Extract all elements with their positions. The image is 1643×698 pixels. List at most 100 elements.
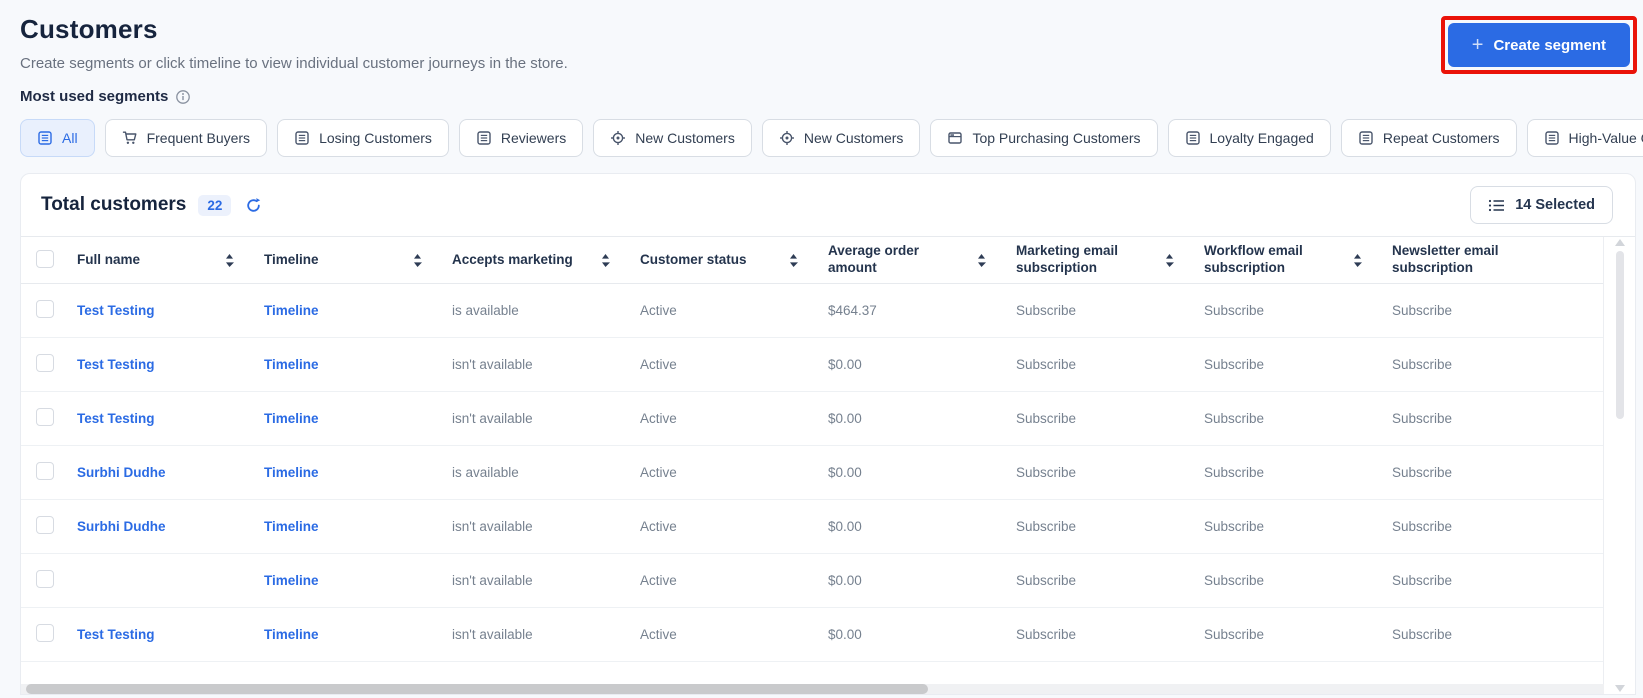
chip-losing-customers[interactable]: Losing Customers	[277, 119, 449, 157]
sort-icon[interactable]	[601, 253, 610, 267]
customers-table: Full name Timeline Accepts marketing Cus…	[21, 237, 1604, 694]
target-icon	[779, 131, 794, 145]
timeline-link[interactable]: Timeline	[264, 573, 319, 588]
table-row: Test Testing Timeline isn't available Ac…	[21, 392, 1603, 446]
customer-name-link[interactable]: Test Testing	[77, 411, 155, 426]
accepts-marketing-value: isn't available	[452, 411, 533, 426]
workflow-email-value: Subscribe	[1204, 465, 1265, 480]
customer-name-link[interactable]: Test Testing	[77, 627, 155, 642]
chip-new-customers-1[interactable]: New Customers	[593, 119, 752, 157]
column-header-timeline[interactable]: Timeline	[264, 252, 452, 269]
customers-card: Total customers 22 14 Selected Full name…	[20, 173, 1636, 695]
timeline-link[interactable]: Timeline	[264, 411, 319, 426]
marketing-email-value: Subscribe	[1016, 411, 1077, 426]
horizontal-scrollbar-thumb[interactable]	[26, 684, 929, 694]
column-header-full-name[interactable]: Full name	[77, 252, 264, 269]
list-icon	[295, 131, 309, 145]
customer-name-link[interactable]: Surbhi Dudhe	[77, 465, 166, 480]
newsletter-email-value: Subscribe	[1392, 465, 1453, 480]
table-wrap: Full name Timeline Accepts marketing Cus…	[21, 236, 1635, 694]
chip-loyalty-engaged[interactable]: Loyalty Engaged	[1167, 119, 1331, 157]
marketing-email-value: Subscribe	[1016, 519, 1077, 534]
customer-status-value: Active	[640, 357, 677, 372]
segments-label: Most used segments	[20, 88, 169, 105]
newsletter-email-value: Subscribe	[1392, 519, 1453, 534]
chip-all[interactable]: All	[20, 119, 95, 157]
row-checkbox[interactable]	[36, 300, 54, 318]
accepts-marketing-value: isn't available	[452, 627, 533, 642]
list-icon	[477, 131, 491, 145]
timeline-link[interactable]: Timeline	[264, 627, 319, 642]
row-checkbox[interactable]	[36, 462, 54, 480]
chip-new-customers-2[interactable]: New Customers	[761, 119, 921, 157]
sort-icon[interactable]	[1165, 253, 1174, 267]
marketing-email-value: Subscribe	[1016, 627, 1077, 642]
accepts-marketing-value: is available	[452, 465, 519, 480]
segments-label-row: Most used segments	[20, 88, 1643, 105]
customer-name-link[interactable]: Test Testing	[77, 303, 155, 318]
sort-icon[interactable]	[225, 253, 234, 267]
column-header-accepts-marketing[interactable]: Accepts marketing	[452, 252, 640, 269]
scroll-up-arrow-icon[interactable]	[1615, 239, 1625, 246]
table-row: Test Testing Timeline isn't available Ac…	[21, 608, 1603, 662]
accepts-marketing-value: isn't available	[452, 519, 533, 534]
table-row: Test Testing Timeline isn't available Ac…	[21, 338, 1603, 392]
accepts-marketing-value: isn't available	[452, 357, 533, 372]
vertical-scrollbar[interactable]	[1613, 237, 1627, 694]
chip-top-purchasing-customers[interactable]: Top Purchasing Customers	[930, 119, 1158, 157]
list-icon	[1359, 131, 1373, 145]
refresh-button[interactable]	[243, 195, 264, 216]
column-header-customer-status[interactable]: Customer status	[640, 252, 828, 269]
select-all-checkbox[interactable]	[36, 249, 54, 268]
sort-icon[interactable]	[789, 253, 798, 267]
customer-name-link[interactable]: Test Testing	[77, 357, 155, 372]
newsletter-email-value: Subscribe	[1392, 411, 1453, 426]
chip-high-value-customers[interactable]: High-Value Customers	[1526, 119, 1643, 157]
sort-icon[interactable]	[413, 253, 422, 267]
chip-frequent-buyers[interactable]: Frequent Buyers	[104, 119, 268, 157]
workflow-email-value: Subscribe	[1204, 303, 1265, 318]
horizontal-scrollbar[interactable]	[21, 684, 1604, 694]
newsletter-email-value: Subscribe	[1392, 627, 1453, 642]
row-checkbox[interactable]	[36, 354, 54, 372]
table-row: Surbhi Dudhe Timeline isn't available Ac…	[21, 500, 1603, 554]
customer-status-value: Active	[640, 411, 677, 426]
sort-icon[interactable]	[1353, 253, 1362, 267]
scroll-down-arrow-icon[interactable]	[1615, 685, 1625, 692]
timeline-link[interactable]: Timeline	[264, 465, 319, 480]
average-order-amount-value: $464.37	[828, 303, 877, 318]
workflow-email-value: Subscribe	[1204, 411, 1265, 426]
column-header-workflow-email[interactable]: Workflow email subscription	[1204, 243, 1392, 277]
row-checkbox[interactable]	[36, 516, 54, 534]
refresh-icon	[247, 197, 261, 212]
column-header-marketing-email[interactable]: Marketing email subscription	[1016, 243, 1204, 277]
newsletter-email-value: Subscribe	[1392, 573, 1453, 588]
timeline-link[interactable]: Timeline	[264, 357, 319, 372]
accepts-marketing-value: is available	[452, 303, 519, 318]
column-header-average-order-amount[interactable]: Average order amount	[828, 243, 1016, 277]
marketing-email-value: Subscribe	[1016, 357, 1077, 372]
table-header-row: Full name Timeline Accepts marketing Cus…	[21, 237, 1603, 284]
customer-status-value: Active	[640, 519, 677, 534]
selected-count-button[interactable]: 14 Selected	[1470, 186, 1613, 224]
timeline-link[interactable]: Timeline	[264, 303, 319, 318]
card-header: Total customers 22 14 Selected	[21, 174, 1635, 236]
row-checkbox[interactable]	[36, 570, 54, 588]
customer-name-link[interactable]: Surbhi Dudhe	[77, 519, 166, 534]
table-row: Timeline isn't available Active $0.00 Su…	[21, 554, 1603, 608]
chip-reviewers[interactable]: Reviewers	[458, 119, 584, 157]
create-segment-button[interactable]: + Create segment	[1447, 23, 1630, 67]
average-order-amount-value: $0.00	[828, 411, 862, 426]
card-icon	[948, 132, 963, 144]
chip-repeat-customers[interactable]: Repeat Customers	[1340, 119, 1517, 157]
sort-icon[interactable]	[977, 253, 986, 267]
vertical-scrollbar-thumb[interactable]	[1616, 251, 1624, 419]
timeline-link[interactable]: Timeline	[264, 519, 319, 534]
workflow-email-value: Subscribe	[1204, 357, 1265, 372]
info-icon[interactable]	[175, 89, 191, 105]
plus-icon: +	[1471, 34, 1484, 56]
row-checkbox[interactable]	[36, 408, 54, 426]
create-segment-label: Create segment	[1493, 36, 1606, 54]
column-header-newsletter-email[interactable]: Newsletter email subscription	[1392, 243, 1603, 277]
row-checkbox[interactable]	[36, 624, 54, 642]
